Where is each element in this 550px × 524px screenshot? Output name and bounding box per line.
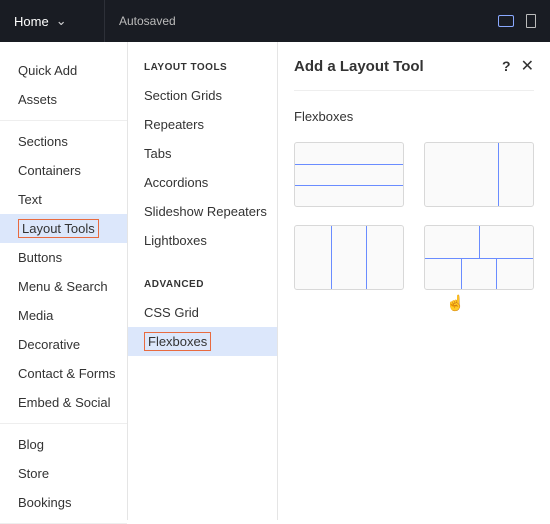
sidebar-item-label: Sections bbox=[18, 134, 68, 149]
sidebar-item-decorative[interactable]: Decorative bbox=[0, 330, 127, 359]
primary-sidebar: Quick Add Assets Sections Containers Tex… bbox=[0, 42, 128, 520]
sidebar-item-store[interactable]: Store bbox=[0, 459, 127, 488]
subitem-label: Accordions bbox=[144, 175, 208, 190]
sidebar-item-quick-add[interactable]: Quick Add bbox=[0, 56, 127, 85]
sidebar-item-sections[interactable]: Sections bbox=[0, 127, 127, 156]
sidebar-group: Sections Containers Text Layout Tools Bu… bbox=[0, 121, 127, 424]
home-dropdown[interactable]: Home ⌄ bbox=[14, 13, 104, 29]
panel-actions: ? ✕ bbox=[502, 56, 534, 76]
subitem-slideshow-repeaters[interactable]: Slideshow Repeaters bbox=[128, 197, 277, 226]
main-area: Quick Add Assets Sections Containers Tex… bbox=[0, 42, 550, 520]
subitem-tabs[interactable]: Tabs bbox=[128, 139, 277, 168]
sidebar-group: Blog Store Bookings bbox=[0, 424, 127, 524]
sidebar-group: Quick Add Assets bbox=[0, 50, 127, 121]
sidebar-item-menu-search[interactable]: Menu & Search bbox=[0, 272, 127, 301]
subitem-flexboxes[interactable]: Flexboxes bbox=[128, 327, 277, 356]
sidebar-item-blog[interactable]: Blog bbox=[0, 430, 127, 459]
sidebar-item-containers[interactable]: Containers bbox=[0, 156, 127, 185]
sidebar-item-label: Containers bbox=[18, 163, 81, 178]
sidebar-item-assets[interactable]: Assets bbox=[0, 85, 127, 114]
sidebar-item-label: Decorative bbox=[18, 337, 80, 352]
sidebar-item-label: Text bbox=[18, 192, 42, 207]
panel-subheading: Flexboxes bbox=[294, 109, 534, 124]
sidebar-item-text[interactable]: Text bbox=[0, 185, 127, 214]
sidebar-item-label: Contact & Forms bbox=[18, 366, 116, 381]
autosave-status: Autosaved bbox=[119, 14, 498, 28]
sidebar-item-label: Menu & Search bbox=[18, 279, 108, 294]
layout-tiles bbox=[294, 142, 534, 290]
panel-title: Add a Layout Tool bbox=[294, 58, 424, 75]
chevron-down-icon: ⌄ bbox=[56, 13, 67, 29]
sidebar-item-label: Buttons bbox=[18, 250, 62, 265]
detail-panel: Add a Layout Tool ? ✕ Flexboxes ☝ bbox=[278, 42, 550, 520]
sidebar-item-label: Embed & Social bbox=[18, 395, 111, 410]
subitem-label: Flexboxes bbox=[144, 332, 211, 351]
sidebar-item-label: Quick Add bbox=[18, 63, 77, 78]
sidebar-item-buttons[interactable]: Buttons bbox=[0, 243, 127, 272]
help-icon[interactable]: ? bbox=[502, 58, 511, 74]
subitem-label: Tabs bbox=[144, 146, 171, 161]
sidebar-item-contact-forms[interactable]: Contact & Forms bbox=[0, 359, 127, 388]
cursor-hand-icon: ☝ bbox=[446, 294, 465, 312]
sidebar-item-bookings[interactable]: Bookings bbox=[0, 488, 127, 517]
sidebar-item-layout-tools[interactable]: Layout Tools bbox=[0, 214, 127, 243]
subitem-section-grids[interactable]: Section Grids bbox=[128, 81, 277, 110]
desktop-icon[interactable] bbox=[498, 15, 514, 27]
section-heading-advanced: ADVANCED bbox=[128, 273, 277, 298]
subitem-label: Slideshow Repeaters bbox=[144, 204, 267, 219]
tile-rows[interactable] bbox=[294, 142, 404, 207]
sidebar-item-label: Store bbox=[18, 466, 49, 481]
topbar: Home ⌄ Autosaved bbox=[0, 0, 550, 42]
subitem-label: Section Grids bbox=[144, 88, 222, 103]
topbar-divider bbox=[104, 0, 105, 42]
sidebar-item-label: Assets bbox=[18, 92, 57, 107]
subitem-label: Lightboxes bbox=[144, 233, 207, 248]
tile-three-columns[interactable] bbox=[294, 225, 404, 290]
secondary-sidebar: LAYOUT TOOLS Section Grids Repeaters Tab… bbox=[128, 42, 278, 520]
subitem-css-grid[interactable]: CSS Grid bbox=[128, 298, 277, 327]
sidebar-item-label: Media bbox=[18, 308, 53, 323]
topbar-device-icons bbox=[498, 14, 536, 28]
panel-header: Add a Layout Tool ? ✕ bbox=[294, 56, 534, 91]
sidebar-item-embed-social[interactable]: Embed & Social bbox=[0, 388, 127, 417]
tile-mixed[interactable] bbox=[424, 225, 534, 290]
subitem-label: CSS Grid bbox=[144, 305, 199, 320]
sidebar-item-label: Layout Tools bbox=[18, 219, 99, 238]
sidebar-item-media[interactable]: Media bbox=[0, 301, 127, 330]
home-label: Home bbox=[14, 14, 49, 29]
close-icon[interactable]: ✕ bbox=[521, 56, 534, 76]
subitem-label: Repeaters bbox=[144, 117, 204, 132]
section-heading-layout-tools: LAYOUT TOOLS bbox=[128, 56, 277, 81]
mobile-icon[interactable] bbox=[526, 14, 536, 28]
subitem-accordions[interactable]: Accordions bbox=[128, 168, 277, 197]
sidebar-item-label: Bookings bbox=[18, 495, 71, 510]
subitem-lightboxes[interactable]: Lightboxes bbox=[128, 226, 277, 255]
subitem-repeaters[interactable]: Repeaters bbox=[128, 110, 277, 139]
tile-one-column[interactable] bbox=[424, 142, 534, 207]
sidebar-item-label: Blog bbox=[18, 437, 44, 452]
